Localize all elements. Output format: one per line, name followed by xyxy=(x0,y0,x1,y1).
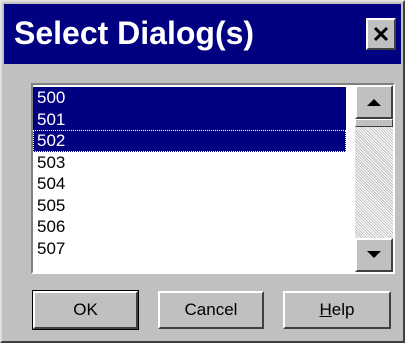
close-button[interactable] xyxy=(366,18,396,50)
list-item[interactable]: 507 xyxy=(33,238,346,260)
scroll-down-button[interactable] xyxy=(355,238,393,272)
scroll-up-button[interactable] xyxy=(355,85,393,119)
help-button[interactable]: Help xyxy=(283,291,391,329)
window-title: Select Dialog(s) xyxy=(14,15,255,51)
vertical-scrollbar[interactable] xyxy=(355,85,393,272)
select-dialog-window: Select Dialog(s) 500 501 502 503 504 505… xyxy=(0,0,405,343)
cancel-button[interactable]: Cancel xyxy=(158,291,264,329)
up-arrow-icon xyxy=(367,99,381,106)
ok-button[interactable]: OK xyxy=(32,290,139,330)
list-item[interactable]: 502 xyxy=(33,130,346,152)
close-icon xyxy=(373,26,389,42)
title-bar[interactable]: Select Dialog(s) xyxy=(4,4,401,64)
help-label-mnemonic: H xyxy=(319,300,332,319)
list-item[interactable]: 504 xyxy=(33,173,346,195)
help-label-rest: elp xyxy=(331,300,355,319)
dialog-listbox[interactable]: 500 501 502 503 504 505 506 507 xyxy=(31,83,395,274)
down-arrow-icon xyxy=(367,251,381,258)
list-item[interactable]: 500 xyxy=(33,87,346,109)
list-item[interactable]: 505 xyxy=(33,195,346,217)
list-item[interactable]: 501 xyxy=(33,108,346,130)
scroll-thumb[interactable] xyxy=(355,119,393,127)
listbox-items: 500 501 502 503 504 505 506 507 xyxy=(33,87,346,259)
list-item[interactable]: 506 xyxy=(33,216,346,238)
list-item[interactable]: 503 xyxy=(33,152,346,174)
